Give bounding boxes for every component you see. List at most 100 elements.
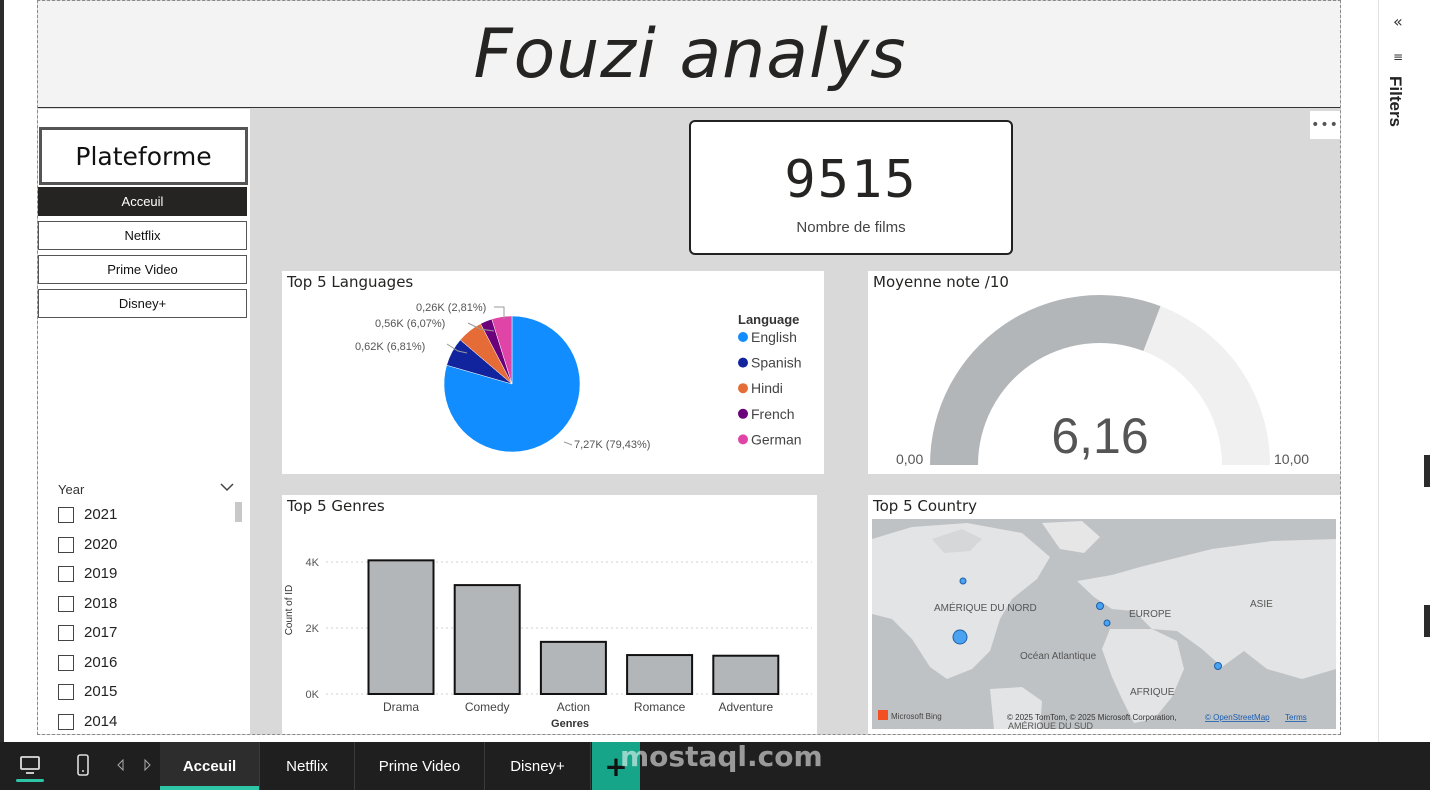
next-page-icon[interactable] — [140, 752, 154, 778]
report-title: Fouzi analys — [473, 14, 907, 94]
openstreetmap-link[interactable]: © OpenStreetMap — [1205, 713, 1270, 722]
checkbox[interactable] — [58, 683, 74, 700]
legend-dot-french — [738, 408, 748, 419]
report-window: Fouzi analys Plateforme Acceuil Netflix … — [0, 0, 1430, 790]
genres-bar-visual[interactable]: Top 5 Genres Drama Comedy Action Romance Adv… — [282, 495, 817, 734]
gauge-min-label: 0,00 — [896, 451, 923, 467]
legend-item-english[interactable]: English — [751, 329, 797, 345]
year-option-2020[interactable]: 2020 — [58, 536, 117, 553]
right-edge-stub — [1424, 455, 1430, 487]
bing-label: Microsoft Bing — [891, 712, 942, 721]
bubble-france[interactable] — [1103, 619, 1111, 627]
label-africa: AFRIQUE — [1130, 687, 1175, 698]
pie-label-french: 0,26K (2,81%) — [416, 302, 486, 314]
film-count-label: Nombre de films — [796, 219, 906, 236]
left-edge-strip — [0, 0, 4, 742]
legend-dot-english — [738, 332, 748, 342]
year-option-2019[interactable]: 2019 — [58, 565, 117, 582]
mobile-layout-icon[interactable] — [72, 752, 94, 778]
legend-item-spanish[interactable]: Spanish — [751, 355, 802, 371]
film-count-card[interactable]: 9515 Nombre de films — [689, 120, 1013, 255]
label-asia: ASIE — [1250, 599, 1273, 610]
legend-dot-hindi — [738, 383, 748, 394]
bubble-uk[interactable] — [1096, 602, 1104, 610]
microsoft-logo-icon — [878, 710, 888, 720]
nav-button-prime-video[interactable]: Prime Video — [38, 255, 247, 284]
languages-pie-visual[interactable]: Top 5 Languages 7,27K (79,43%) 0,62K (6,… — [282, 271, 824, 474]
rating-gauge-visual[interactable]: Moyenne note /10 6,16 0,00 10,00 — [868, 271, 1340, 474]
label-south-america: AMÉRIQUE DU SUD — [1008, 721, 1094, 729]
bar-comedy[interactable] — [453, 584, 521, 695]
legend-item-german[interactable]: German — [751, 431, 802, 447]
rating-gauge: 6,16 0,00 10,00 — [896, 295, 1309, 467]
year-option-2018[interactable]: 2018 — [58, 595, 117, 612]
bar-action[interactable] — [539, 640, 607, 695]
terms-link[interactable]: Terms — [1285, 713, 1307, 722]
year-option-2016[interactable]: 2016 — [58, 654, 117, 671]
platform-title: Plateforme — [39, 127, 248, 185]
pie-label-english: 7,27K (79,43%) — [574, 439, 650, 451]
genres-bar-chart: Drama Comedy Action Romance Adventure Count … — [284, 557, 812, 730]
x-tick-romance: Romance — [634, 700, 686, 714]
gauge-max-label: 10,00 — [1274, 451, 1309, 467]
active-layout-indicator — [16, 779, 44, 782]
year-slicer-title: Year — [58, 482, 85, 497]
filters-pane[interactable]: « ≡ Filters — [1378, 0, 1430, 742]
film-count-value: 9515 — [784, 150, 918, 210]
label-europe: EUROPE — [1129, 609, 1172, 620]
checkbox[interactable] — [58, 713, 74, 730]
world-map[interactable]: AMÉRIQUE DU NORD EUROPE ASIE Océan Atlan… — [872, 519, 1336, 729]
year-option-2021[interactable]: 2021 — [58, 506, 117, 523]
bar-drama[interactable] — [367, 559, 435, 695]
watermark: mostaql.com — [620, 740, 823, 773]
legend-dot-spanish — [738, 357, 748, 368]
year-option-2017[interactable]: 2017 — [58, 624, 117, 641]
y-tick-2k: 2K — [306, 623, 320, 635]
legend-dot-german — [738, 434, 748, 445]
tab-disney[interactable]: Disney+ — [485, 742, 591, 790]
pie-label-spanish: 0,62K (6,81%) — [355, 341, 425, 353]
chevron-down-icon[interactable] — [220, 480, 234, 494]
bar-adventure[interactable] — [712, 654, 780, 695]
bar-romance[interactable] — [626, 654, 694, 695]
checkbox[interactable] — [58, 654, 74, 671]
desktop-layout-icon[interactable] — [16, 752, 44, 778]
x-axis-label: Genres — [551, 718, 589, 730]
prev-page-icon[interactable] — [114, 752, 128, 778]
double-chevron-left-icon[interactable]: « — [1393, 12, 1403, 31]
label-atlantic: Océan Atlantique — [1020, 651, 1097, 662]
nav-button-disney[interactable]: Disney+ — [38, 289, 247, 318]
legend-item-hindi[interactable]: Hindi — [751, 380, 783, 396]
bubble-india[interactable] — [1214, 662, 1222, 670]
checkbox[interactable] — [58, 595, 74, 612]
y-tick-0k: 0K — [306, 689, 320, 701]
label-leader-line — [563, 441, 573, 446]
checkbox[interactable] — [58, 536, 74, 553]
nav-button-acceuil[interactable]: Acceuil — [38, 187, 247, 216]
bubble-usa[interactable] — [952, 629, 968, 645]
filters-label[interactable]: Filters — [1385, 76, 1405, 127]
bubble-canada[interactable] — [959, 577, 967, 585]
label-north-america: AMÉRIQUE DU NORD — [934, 601, 1037, 614]
checkbox[interactable] — [58, 506, 74, 523]
gauge-value: 6,16 — [1051, 408, 1148, 464]
country-title: Top 5 Country — [873, 497, 977, 515]
checkbox[interactable] — [58, 624, 74, 641]
pie-label-hindi: 0,56K (6,07%) — [375, 318, 445, 330]
map-copyright: © 2025 TomTom, © 2025 Microsoft Corporat… — [1007, 713, 1177, 722]
country-map-visual[interactable]: Top 5 Country AMÉRIQUE DU NORD EUROPE AS… — [868, 495, 1340, 734]
nav-button-netflix[interactable]: Netflix — [38, 221, 247, 250]
tab-acceuil[interactable]: Acceuil — [160, 742, 260, 790]
tab-netflix[interactable]: Netflix — [260, 742, 355, 790]
x-tick-action: Action — [557, 700, 590, 714]
year-option-2015[interactable]: 2015 — [58, 683, 117, 700]
tab-prime-video[interactable]: Prime Video — [355, 742, 485, 790]
checkbox[interactable] — [58, 565, 74, 582]
right-edge-stub — [1424, 605, 1430, 637]
gauge-remaining-arc — [1143, 306, 1270, 465]
legend-item-french[interactable]: French — [751, 406, 795, 422]
year-slicer-scrollbar[interactable] — [235, 502, 242, 522]
more-options-icon[interactable]: ••• — [1310, 111, 1340, 139]
year-option-2014[interactable]: 2014 — [58, 713, 117, 730]
y-axis-label: Count of ID — [284, 585, 295, 636]
